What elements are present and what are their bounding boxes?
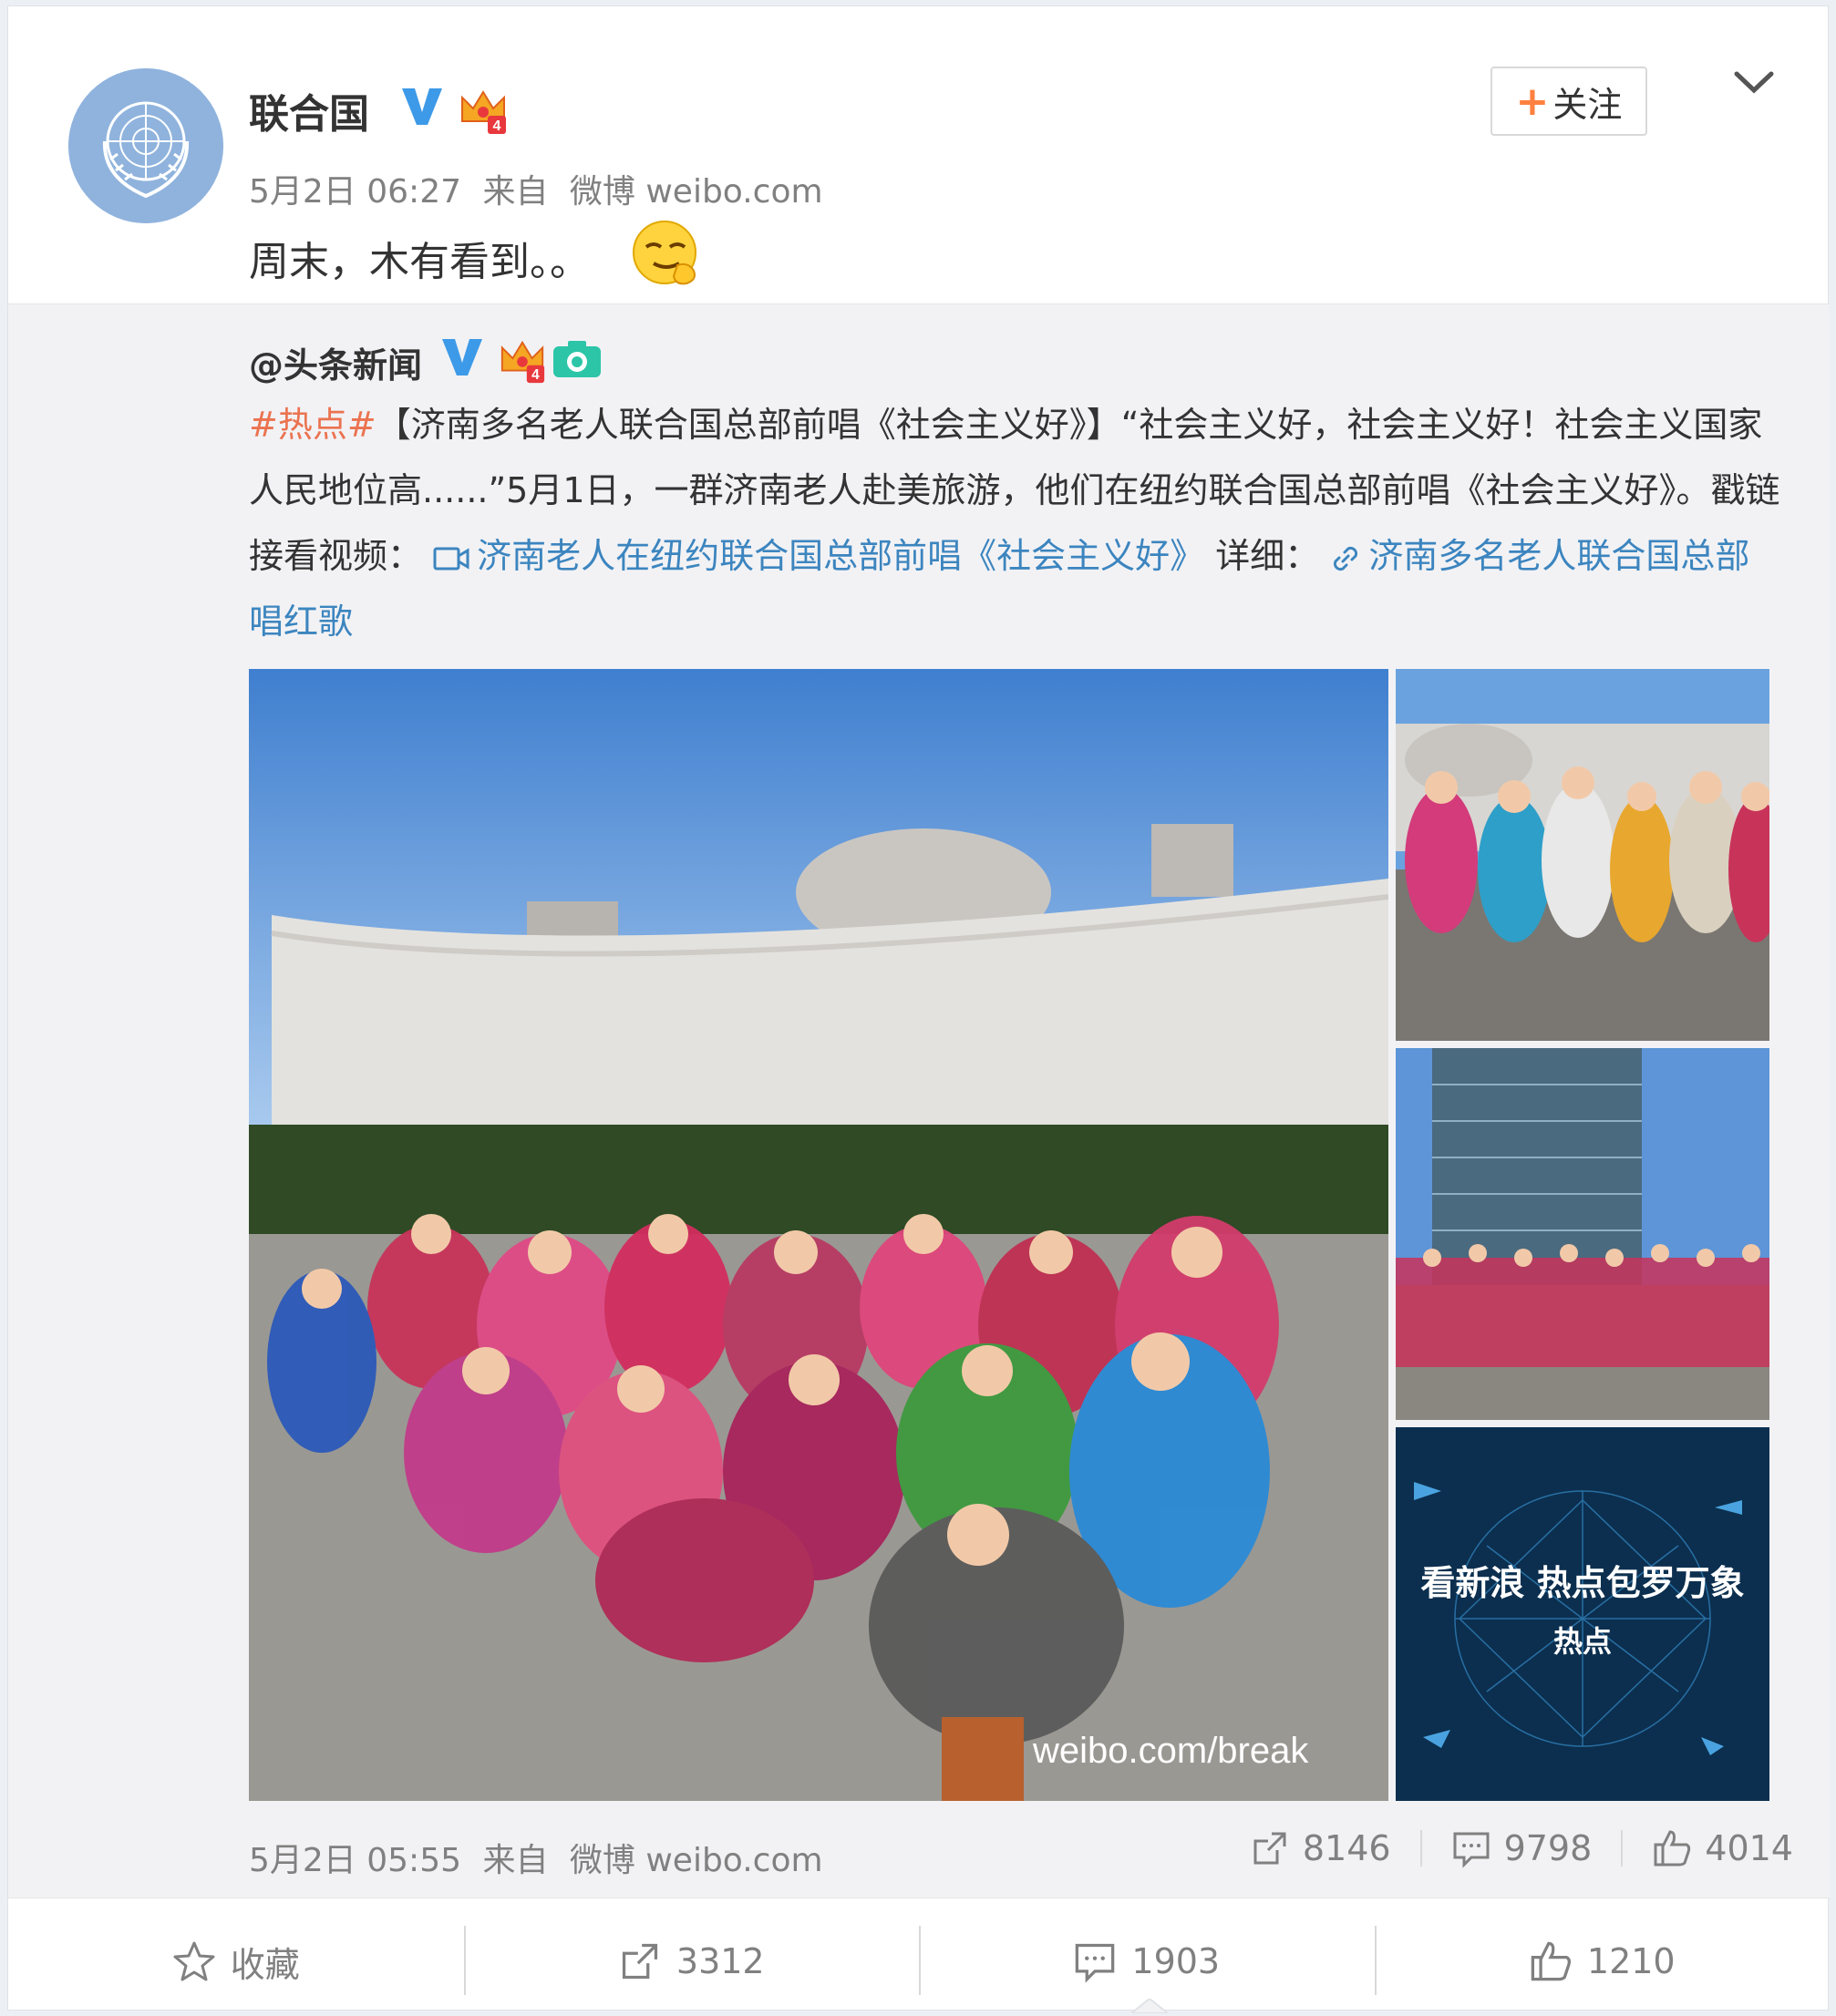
repost-icon [1253,1832,1286,1865]
photo-thumb-1[interactable] [1396,669,1769,1041]
hashtag-link[interactable]: #热点# [249,405,376,445]
photo-thumb-3[interactable]: 看新浪 热点包罗万象 热点 [1396,1427,1769,1801]
post-text: 周末，木有看到。。 [249,239,590,285]
group-photo-thumb [1396,669,1769,1041]
like-icon [1654,1830,1691,1867]
username[interactable]: 联合国 [249,81,369,139]
photo-thumb-2[interactable] [1396,1048,1769,1420]
photo-watermark: weibo.com/break [1032,1731,1309,1771]
repost-stats: 8146 9798 4014 [1250,1828,1793,1868]
comment-icon [1076,1943,1115,1983]
video-link-text: 济南老人在纽约联合国总部前唱《社会主义好》 [477,536,1205,576]
comment-icon [1453,1832,1490,1868]
repost-comments[interactable]: 9798 [1451,1828,1593,1868]
detail-label: 详细： [1204,536,1320,576]
comment-count: 1903 [1131,1941,1221,1981]
repost-meta: 5月2日 05:55 来自 微博 weibo.com [249,1834,834,1881]
star-icon [173,1941,215,1981]
repost-text: #热点#【济南多名老人联合国总部前唱《社会主义好》】“社会主义好，社会主义好！社… [249,392,1780,654]
avatar[interactable] [68,68,223,223]
verified-icon [442,339,482,375]
promo-banner [1396,1427,1769,1801]
link-icon [1334,546,1358,571]
repost-reposts-count: 8146 [1302,1828,1391,1868]
repost-source-prefix: 来自 [482,1842,549,1879]
crown-icon[interactable]: 4 [497,335,548,385]
crown-icon[interactable]: 4 [457,85,510,136]
repost-count: 3312 [676,1941,765,1981]
verified-icon [402,88,442,125]
repost-button[interactable]: 3312 [463,1911,920,2011]
chevron-down-icon[interactable] [1731,67,1777,99]
reposted-weibo: @头条新闻 4 #热点#【济南多名老人联合国总部前唱《社会主义好》】“社会主义好… [8,303,1830,1898]
camera-icon[interactable] [552,339,603,379]
action-bar: 收藏 3312 1903 1210 [8,1911,1830,2011]
like-icon [1531,1941,1571,1981]
group-photo: weibo.com/break [249,669,1388,1801]
photo-main[interactable]: weibo.com/break [249,669,1388,1801]
comment-caret-icon [1131,1999,1168,2013]
un-emblem-icon [68,68,223,223]
repost-icon [622,1943,657,1980]
follow-button[interactable]: + 关注 [1490,67,1647,136]
favorite-label: 收藏 [230,1944,300,1985]
post-source[interactable]: 微博 weibo.com [570,173,823,211]
source-prefix: 来自 [482,173,549,211]
repost-time[interactable]: 5月2日 05:55 [249,1842,461,1879]
video-icon [433,547,469,570]
banner-title: 看新浪 热点包罗万象 [1420,1563,1745,1603]
follow-label: 关注 [1552,84,1623,125]
divider [1621,1830,1624,1867]
svg-text:4: 4 [531,367,540,383]
post-time[interactable]: 5月2日 06:27 [249,173,461,211]
repost-likes[interactable]: 4014 [1652,1828,1793,1868]
banner-sub: 热点 [1552,1624,1612,1659]
divider [1419,1830,1422,1867]
comment-button[interactable]: 1903 [919,1911,1375,2011]
group-photo-thumb [1396,1048,1769,1420]
emoji-icon [633,221,696,285]
repost-likes-count: 4014 [1705,1828,1793,1868]
video-link[interactable]: 济南老人在纽约联合国总部前唱《社会主义好》 [433,536,1204,576]
post-meta: 5月2日 06:27 来自 微博 weibo.com [249,165,834,212]
repost-reposts[interactable]: 8146 [1250,1828,1391,1868]
plus-icon: + [1515,77,1550,125]
like-count: 1210 [1586,1941,1676,1981]
repost-username[interactable]: @头条新闻 [249,337,422,387]
repost-source[interactable]: 微博 weibo.com [570,1842,823,1879]
repost-comments-count: 9798 [1503,1828,1593,1868]
like-button[interactable]: 1210 [1374,1911,1831,2011]
weibo-card: 联合国 4 5月2日 06:27 来自 微博 weibo.com 周末，木有看到… [7,5,1830,2013]
svg-text:4: 4 [493,118,501,134]
favorite-button[interactable]: 收藏 [8,1911,464,2011]
